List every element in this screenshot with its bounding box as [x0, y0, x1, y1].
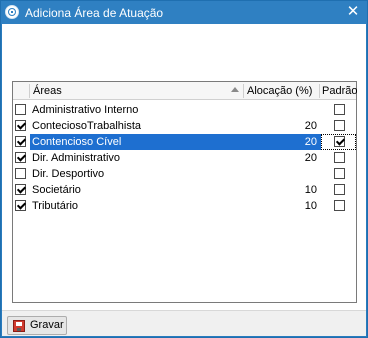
close-button[interactable]: ✕ — [344, 3, 362, 21]
alocacao-value[interactable]: 20 — [233, 150, 317, 166]
header-alocacao[interactable]: Alocação (%) — [247, 82, 312, 100]
padrao-checkbox[interactable] — [334, 184, 345, 195]
area-checkbox[interactable] — [15, 152, 26, 163]
area-checkbox[interactable] — [15, 136, 26, 147]
area-name: Dir. Administrativo — [32, 152, 121, 164]
padrao-checkbox[interactable] — [334, 200, 345, 211]
area-checkbox[interactable] — [15, 120, 26, 131]
save-button-label: Gravar — [30, 319, 64, 331]
area-name: ConteciosoTrabalhista — [32, 120, 142, 132]
save-button[interactable]: Gravar — [7, 316, 67, 335]
table-row[interactable]: Dir. Desportivo — [13, 166, 356, 182]
title-bar[interactable]: Adiciona Área de Atuação ✕ — [1, 1, 367, 24]
area-checkbox[interactable] — [15, 200, 26, 211]
alocacao-value[interactable] — [233, 102, 317, 118]
header-check-column — [13, 82, 29, 100]
table-row[interactable]: Societário 10 — [13, 182, 356, 198]
table-row[interactable]: Tributário 10 — [13, 198, 356, 214]
alocacao-value[interactable]: 10 — [233, 198, 317, 214]
padrao-checkbox[interactable] — [334, 168, 345, 179]
area-name: Administrativo Interno — [32, 104, 139, 116]
padrao-checkbox[interactable] — [334, 120, 345, 131]
table-row[interactable]: Administrativo Interno — [13, 102, 356, 118]
dialog-footer: Gravar — [2, 310, 366, 336]
area-checkbox[interactable] — [15, 168, 26, 179]
dialog-window: Adiciona Área de Atuação ✕ Áreas Alocaçã… — [0, 0, 368, 338]
header-areas[interactable]: Áreas — [33, 82, 62, 100]
areas-grid[interactable]: Áreas Alocação (%) Padrão Administrativo… — [12, 81, 357, 303]
app-globe-icon — [5, 5, 19, 19]
area-name: Dir. Desportivo — [32, 168, 105, 180]
padrao-checkbox[interactable] — [334, 152, 345, 163]
area-checkbox[interactable] — [15, 184, 26, 195]
padrao-checkbox[interactable] — [334, 136, 345, 147]
window-title: Adiciona Área de Atuação — [25, 6, 164, 20]
area-name: Tributário — [32, 200, 79, 212]
alocacao-value[interactable]: 10 — [233, 182, 317, 198]
table-row[interactable]: Dir. Administrativo 20 — [13, 150, 356, 166]
alocacao-value[interactable]: 20 — [233, 118, 317, 134]
area-checkbox[interactable] — [15, 104, 26, 115]
table-row[interactable]: Contencioso Cível 20 — [13, 134, 356, 150]
content-panel: Áreas Alocação (%) Padrão Administrativo… — [2, 24, 366, 310]
alocacao-value[interactable]: 20 — [233, 134, 317, 150]
alocacao-value[interactable] — [233, 166, 317, 182]
table-row[interactable]: ConteciosoTrabalhista 20 — [13, 118, 356, 134]
padrao-checkbox[interactable] — [334, 104, 345, 115]
floppy-disk-icon — [13, 320, 25, 332]
close-icon: ✕ — [346, 3, 360, 20]
grid-header: Áreas Alocação (%) Padrão — [13, 82, 357, 100]
area-name: Societário — [32, 184, 81, 196]
sort-ascending-icon — [231, 87, 239, 92]
dialog-body: Áreas Alocação (%) Padrão Administrativo… — [2, 24, 366, 336]
header-padrao[interactable]: Padrão — [322, 82, 357, 100]
